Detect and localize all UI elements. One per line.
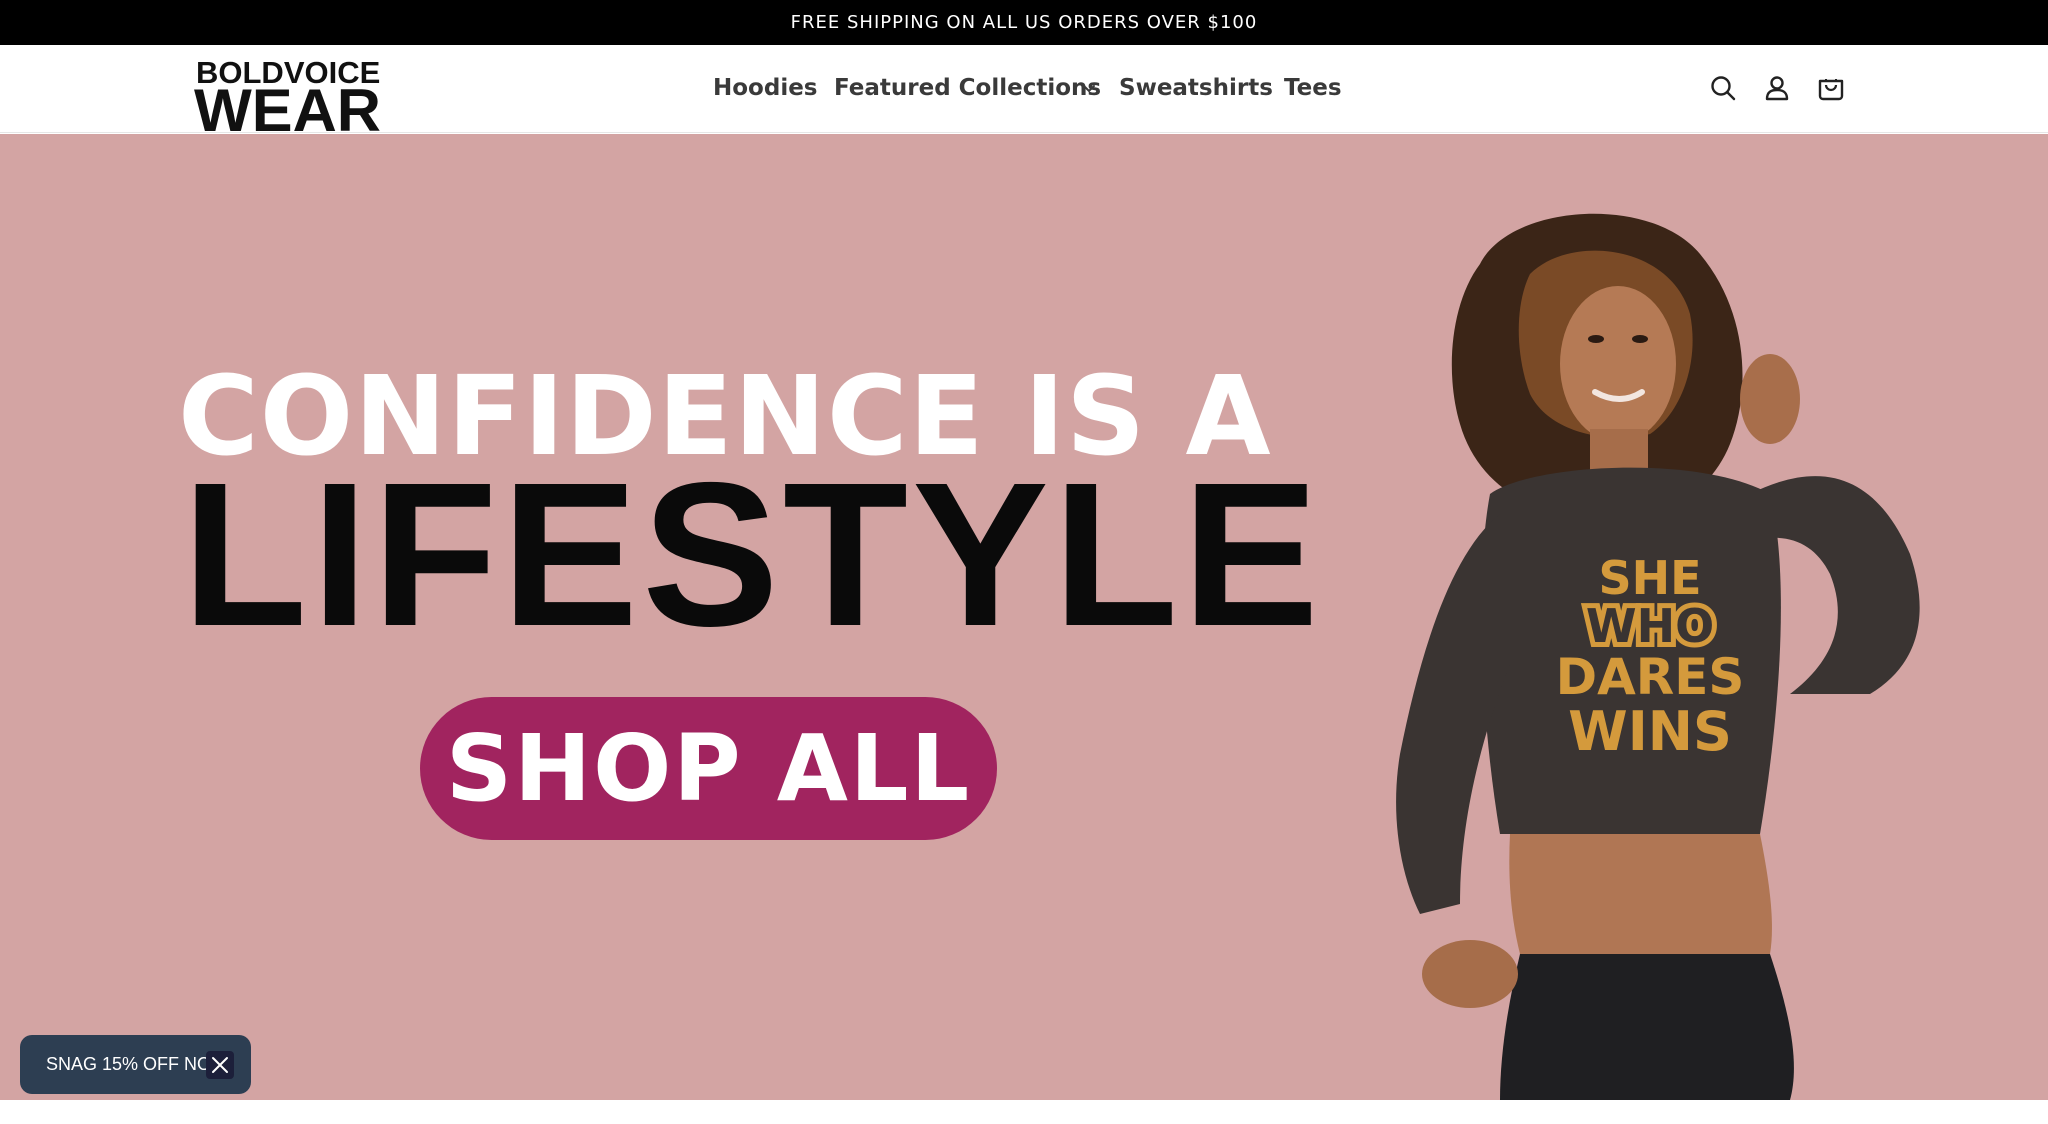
site-header: BOLDVOICE WEAR Hoodies Featured Collecti…	[0, 45, 2048, 141]
svg-text:SHE: SHE	[1598, 551, 1701, 605]
nav-item-tees[interactable]: Tees	[1284, 75, 1342, 101]
search-icon[interactable]	[1702, 67, 1744, 109]
nav-item-featured-collections[interactable]: Featured Collections	[834, 75, 1101, 101]
announcement-text: FREE SHIPPING ON ALL US ORDERS OVER $100	[790, 12, 1258, 33]
svg-text:WHO: WHO	[1586, 599, 1714, 653]
svg-text:WINS: WINS	[1568, 700, 1732, 763]
page-bottom	[0, 1100, 2048, 1124]
promo-label: SNAG 15% OFF NOW!	[46, 1054, 234, 1074]
promo-badge[interactable]: SNAG 15% OFF NOW!	[20, 1035, 251, 1094]
nav-item-sweatshirts[interactable]: Sweatshirts	[1119, 75, 1273, 101]
account-icon[interactable]	[1756, 67, 1798, 109]
cart-icon[interactable]	[1810, 67, 1852, 109]
chevron-down-icon[interactable]	[1080, 79, 1098, 97]
shop-all-button[interactable]: SHOP ALL	[420, 697, 997, 840]
announcement-bar: FREE SHIPPING ON ALL US ORDERS OVER $100	[0, 0, 2048, 45]
close-icon[interactable]	[206, 1051, 234, 1079]
hero-banner[interactable]: CONFIDENCE IS A LIFESTYLE SHOP ALL SHE W…	[0, 134, 2048, 1100]
hero-headline-line2: LIFESTYLE	[182, 440, 1323, 669]
svg-text:DARES: DARES	[1556, 648, 1745, 706]
model-photo: SHE WHO DARES WINS	[1396, 213, 1920, 1100]
nav-item-hoodies[interactable]: Hoodies	[713, 75, 818, 101]
